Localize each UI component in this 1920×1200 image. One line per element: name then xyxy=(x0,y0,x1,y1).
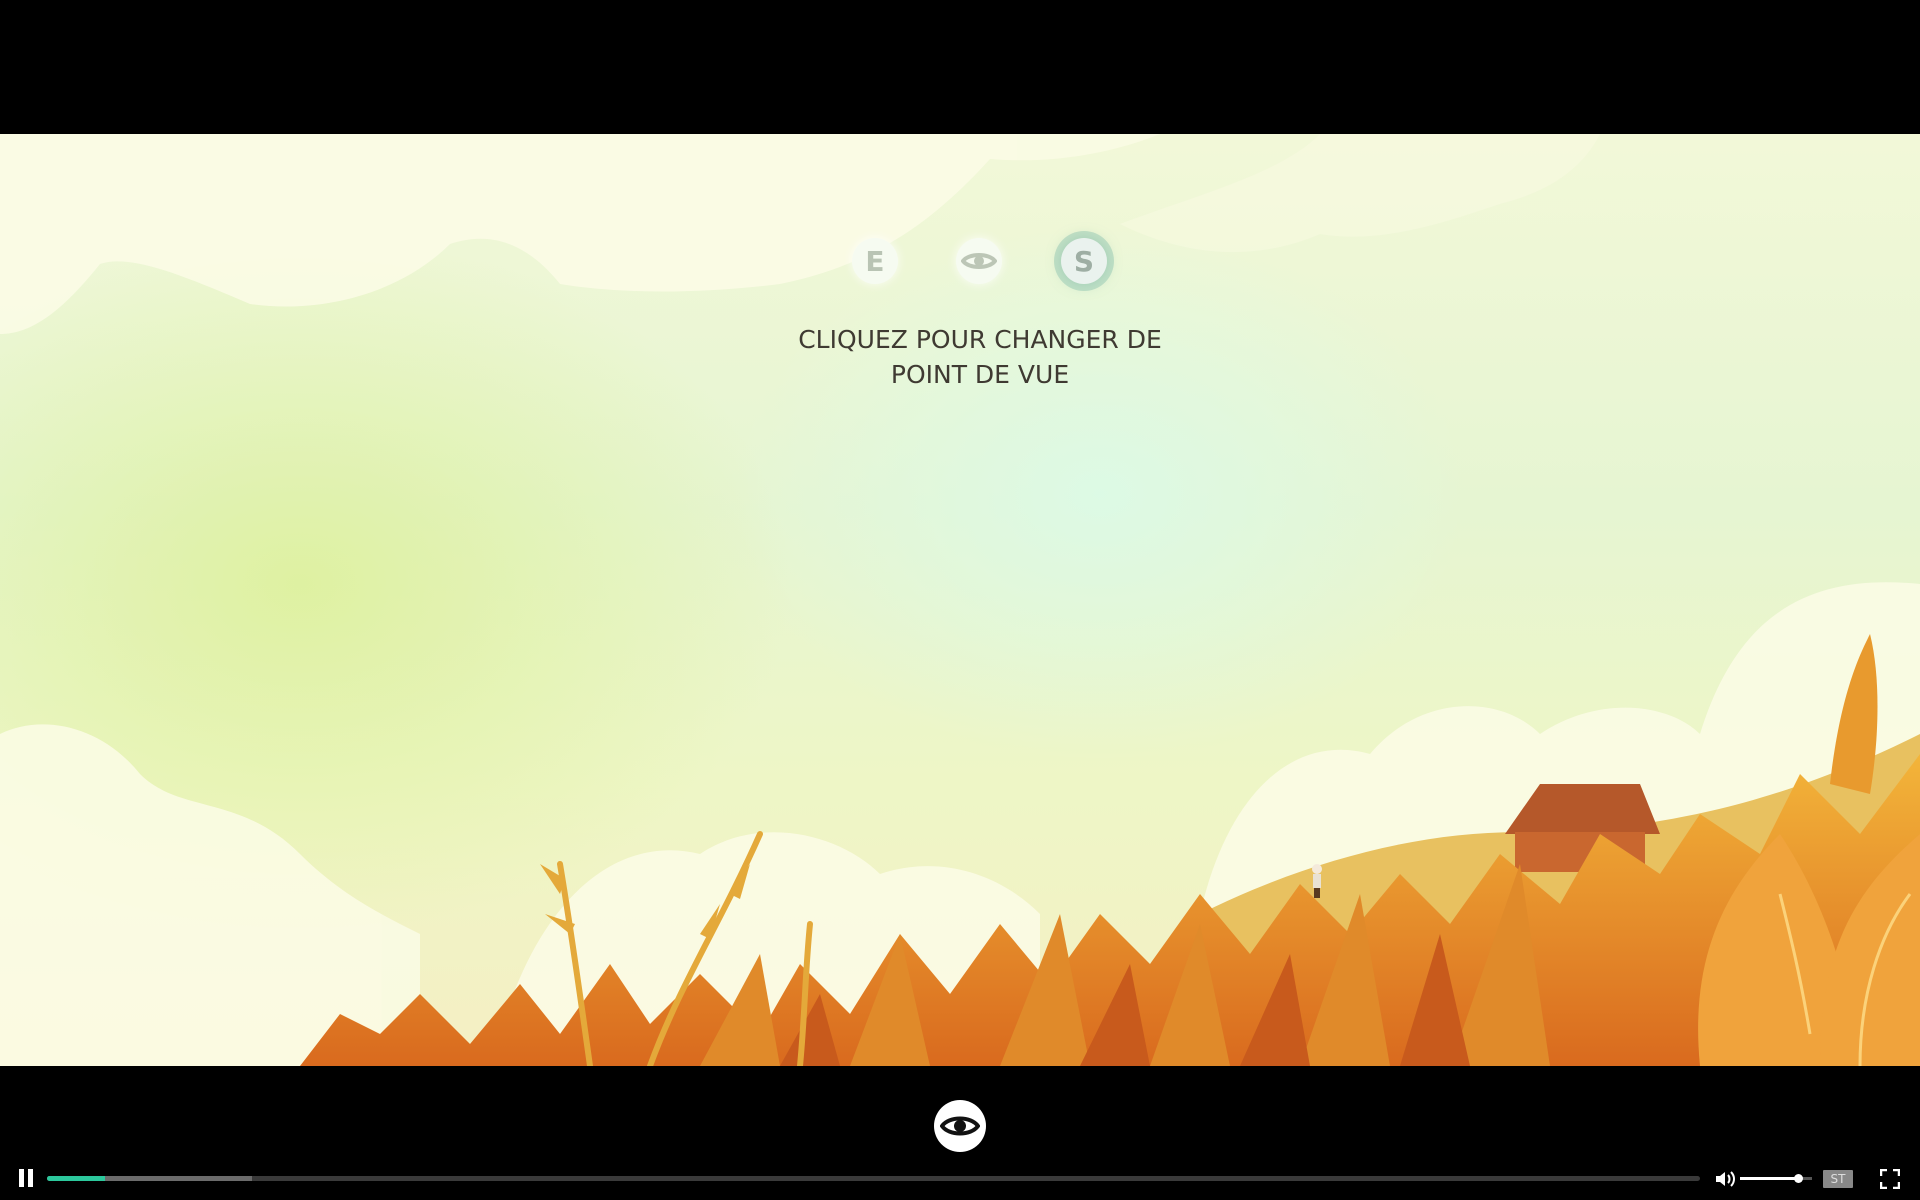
volume-slider[interactable] xyxy=(1740,1174,1812,1183)
speaker-icon[interactable] xyxy=(1714,1169,1736,1189)
pov-caption: CLIQUEZ POUR CHANGER DE POINT DE VUE xyxy=(760,322,1200,392)
pov-eye-button[interactable] xyxy=(956,238,1002,284)
pov-s-label: S xyxy=(1073,244,1095,278)
letterbox-top xyxy=(0,0,1920,134)
pov-s-button[interactable]: S xyxy=(1061,238,1107,284)
pov-caption-line2: POINT DE VUE xyxy=(890,360,1070,389)
pause-icon xyxy=(19,1169,24,1187)
point-of-view-switcher: E S CLIQUEZ POUR CHANGER DE POINT DE VUE xyxy=(0,134,1920,434)
volume-level xyxy=(1740,1177,1798,1180)
video-frame[interactable]: E S CLIQUEZ POUR CHANGER DE POINT DE VUE xyxy=(0,134,1920,1066)
eye-icon xyxy=(940,1116,980,1136)
subtitles-button[interactable]: ST xyxy=(1823,1170,1853,1188)
seek-bar-played xyxy=(47,1176,105,1181)
volume-knob[interactable] xyxy=(1793,1174,1803,1183)
fullscreen-icon[interactable] xyxy=(1880,1169,1900,1189)
pov-e-label: E xyxy=(865,244,885,278)
pov-caption-line1: CLIQUEZ POUR CHANGER DE xyxy=(798,325,1162,354)
pause-button[interactable] xyxy=(18,1169,34,1187)
eye-icon xyxy=(961,253,997,269)
point-of-view-toggle-button[interactable] xyxy=(934,1100,986,1152)
pov-e-button[interactable]: E xyxy=(852,238,898,284)
seek-bar[interactable] xyxy=(47,1176,1700,1181)
